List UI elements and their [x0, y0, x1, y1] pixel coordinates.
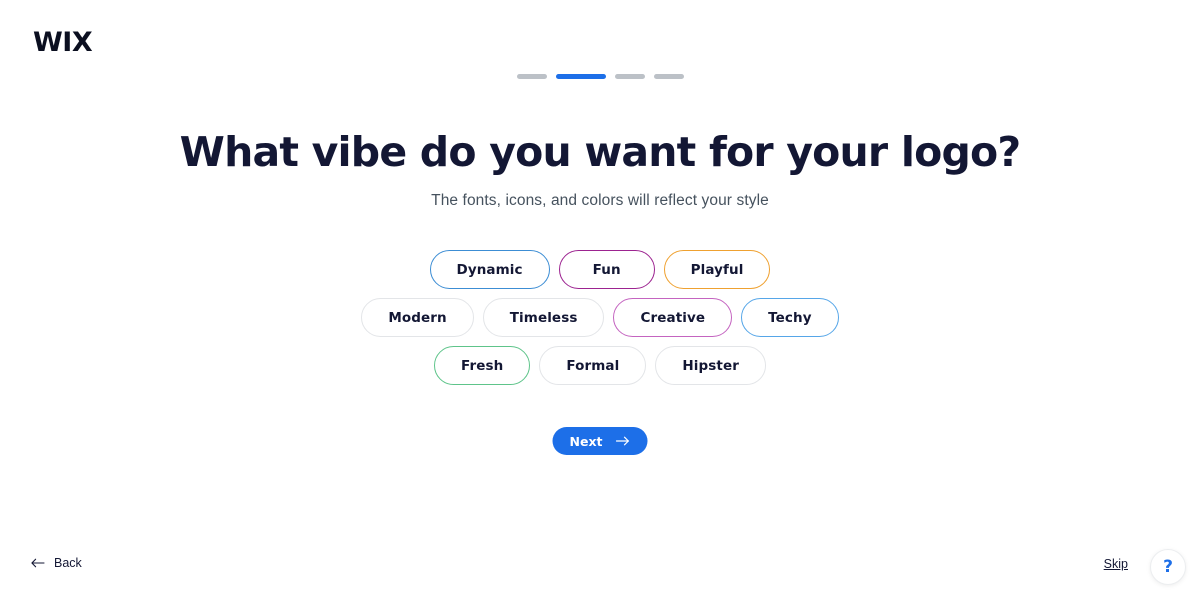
vibe-chip-dynamic[interactable]: Dynamic: [429, 250, 550, 289]
vibe-chip-techy[interactable]: Techy: [741, 298, 839, 337]
arrow-left-icon: [31, 558, 45, 568]
next-button[interactable]: Next: [552, 427, 648, 455]
page-title: What vibe do you want for your logo?: [179, 128, 1022, 176]
wix-logo[interactable]: WIX: [33, 29, 93, 56]
progress-indicator: [0, 74, 1200, 79]
vibe-chip-playful[interactable]: Playful: [663, 250, 771, 289]
vibe-row-1: Dynamic Fun Playful: [429, 250, 771, 289]
vibe-chip-creative[interactable]: Creative: [613, 298, 733, 337]
header-block: What vibe do you want for your logo? The…: [0, 128, 1200, 210]
back-link-label: Back: [54, 556, 82, 570]
vibe-options-group: Dynamic Fun Playful Modern Timeless Crea…: [0, 250, 1200, 385]
vibe-row-3: Fresh Formal Hipster: [434, 346, 766, 385]
vibe-chip-hipster[interactable]: Hipster: [655, 346, 766, 385]
skip-link[interactable]: Skip: [1104, 557, 1128, 571]
vibe-chip-fresh[interactable]: Fresh: [434, 346, 531, 385]
back-link[interactable]: Back: [31, 556, 82, 570]
progress-segment-3: [614, 74, 645, 79]
progress-segment-1: [516, 74, 547, 79]
arrow-right-icon: [615, 436, 630, 446]
progress-segment-2-active: [555, 74, 606, 79]
question-mark-icon: ?: [1163, 557, 1173, 577]
help-button[interactable]: ?: [1150, 549, 1186, 585]
vibe-chip-formal[interactable]: Formal: [539, 346, 647, 385]
page-subtitle: The fonts, icons, and colors will reflec…: [431, 192, 769, 210]
vibe-row-2: Modern Timeless Creative Techy: [361, 298, 839, 337]
next-button-label: Next: [569, 433, 603, 449]
progress-segment-4: [653, 74, 684, 79]
vibe-chip-timeless[interactable]: Timeless: [482, 298, 605, 337]
vibe-chip-fun[interactable]: Fun: [558, 250, 655, 289]
vibe-chip-modern[interactable]: Modern: [361, 298, 474, 337]
